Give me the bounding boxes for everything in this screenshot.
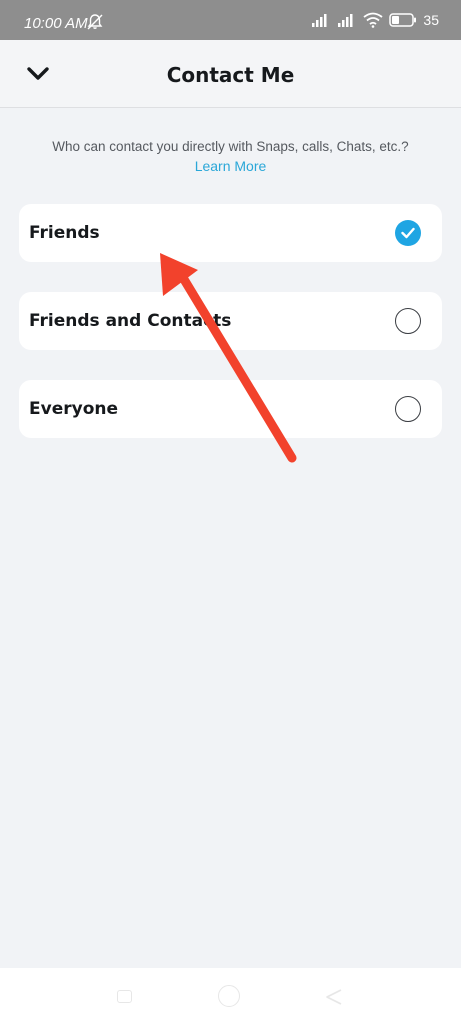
description-text: Who can contact you directly with Snaps,… [52, 139, 409, 154]
mute-notification-icon [87, 14, 103, 30]
status-icons: 35 [311, 12, 439, 28]
radio-unchecked-icon[interactable] [395, 396, 421, 422]
recent-apps-icon[interactable] [117, 990, 132, 1003]
home-icon[interactable] [218, 985, 240, 1007]
radio-unchecked-icon[interactable] [395, 308, 421, 334]
system-nav-bar [0, 968, 461, 1024]
option-label: Friends and Contacts [29, 311, 232, 331]
status-bar: 10:00 AM 35 [0, 0, 461, 40]
header: Contact Me [0, 40, 461, 108]
back-icon[interactable] [324, 988, 344, 1006]
battery-level: 35 [423, 12, 439, 28]
signal-icon-2 [338, 14, 353, 27]
signal-icon [312, 14, 327, 27]
learn-more-link[interactable]: Learn More [0, 158, 461, 174]
status-time: 10:00 AM [24, 15, 88, 32]
wifi-icon [363, 12, 383, 28]
option-label: Friends [29, 223, 100, 243]
option-friends-and-contacts[interactable]: Friends and Contacts [19, 292, 442, 350]
page-title: Contact Me [166, 63, 295, 87]
option-everyone[interactable]: Everyone [19, 380, 442, 438]
checkmark-icon[interactable] [395, 220, 421, 246]
option-label: Everyone [29, 399, 119, 419]
option-friends[interactable]: Friends [19, 204, 442, 262]
battery-icon [389, 13, 417, 27]
